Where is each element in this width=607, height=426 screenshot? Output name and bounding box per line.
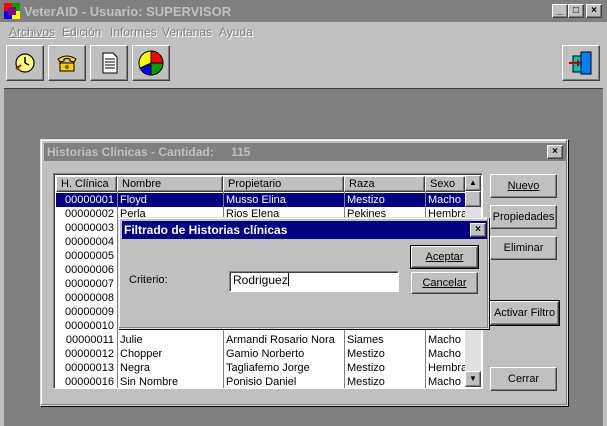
menu-ayuda-label: Ayuda — [219, 25, 253, 39]
cerrar-label: Cerrar — [507, 373, 540, 385]
col-header-raza[interactable]: Raza — [344, 176, 425, 192]
cell-sexo[interactable]: Macho — [425, 347, 466, 361]
app-title-bar: VeterAID - Usuario: SUPERVISOR _ □ × — [0, 0, 607, 22]
cell-hclinica[interactable]: 00000001 — [56, 193, 117, 207]
menu-edicion[interactable]: Edición — [62, 25, 101, 39]
telephone-icon — [57, 55, 77, 72]
nuevo-label: Nuevo — [507, 180, 540, 192]
menu-ayuda[interactable]: Ayuda — [219, 25, 253, 39]
cancelar-button[interactable]: Cancelar — [411, 272, 478, 294]
menu-archivos[interactable]: Archivos — [9, 25, 55, 39]
historias-title: Historias Clínicas - Cantidad: — [47, 145, 214, 159]
cell-hclinica[interactable]: 00000009 — [56, 305, 117, 319]
historias-title-bar: Historias Clínicas - Cantidad: 115 × — [44, 143, 566, 161]
cell-raza[interactable]: Mestizo — [344, 361, 425, 375]
cell-raza[interactable]: Mestizo — [344, 193, 425, 207]
cell-hclinica[interactable]: 00000004 — [56, 235, 117, 249]
historias-close-button[interactable]: × — [547, 145, 563, 159]
document-icon — [102, 52, 118, 74]
aceptar-label: Aceptar — [425, 251, 464, 263]
criterio-label: Criterio: — [129, 274, 168, 286]
cell-hclinica[interactable]: 00000006 — [56, 263, 117, 277]
cell-nombre[interactable]: Chopper — [117, 347, 223, 361]
app-title: VeterAID - Usuario: SUPERVISOR — [24, 4, 232, 19]
activar-filtro-label: Activar Filtro — [493, 307, 556, 319]
aceptar-button[interactable]: Aceptar — [410, 245, 479, 269]
cell-propietario[interactable]: Gamio Norberto — [223, 347, 344, 361]
pie-chart-icon — [138, 50, 164, 76]
cell-raza[interactable]: Siames — [344, 333, 425, 347]
minimize-button[interactable]: _ — [552, 4, 568, 18]
menu-archivos-label: Archivos — [9, 25, 56, 39]
toolbar-phone-button[interactable] — [48, 45, 86, 81]
criterio-input[interactable]: Rodriguez — [229, 271, 399, 292]
cancelar-label: Cancelar — [422, 277, 467, 289]
cell-nombre[interactable]: Sin Nombre — [117, 375, 223, 388]
cell-hclinica[interactable]: 00000005 — [56, 249, 117, 263]
menu-bar: Archivos Edición Informes Ventanas Ayuda — [0, 22, 607, 42]
cell-raza[interactable]: Mestizo — [344, 347, 425, 361]
cell-hclinica[interactable]: 00000013 — [56, 361, 117, 375]
cell-hclinica[interactable]: 00000007 — [56, 277, 117, 291]
menu-edicion-label: Edición — [62, 25, 102, 39]
col-header-propietario[interactable]: Propietario — [223, 176, 344, 192]
menu-informes[interactable]: Informes — [110, 25, 157, 39]
cell-hclinica[interactable]: 00000016 — [56, 375, 117, 388]
toolbar-exit-button[interactable] — [562, 45, 600, 81]
cell-hclinica[interactable]: 00000012 — [56, 347, 117, 361]
scroll-down-button[interactable]: ▼ — [465, 371, 481, 387]
col-header-sexo[interactable]: Sexo — [425, 176, 465, 192]
menu-ventanas[interactable]: Ventanas — [162, 25, 212, 39]
filtrado-title-bar: Filtrado de Historias clínicas × — [122, 221, 487, 239]
col-header-nombre[interactable]: Nombre — [117, 176, 223, 192]
cell-sexo[interactable]: Macho — [425, 193, 466, 207]
cell-hclinica[interactable]: 00000008 — [56, 291, 117, 305]
cell-nombre[interactable]: Julie — [117, 333, 223, 347]
maximize-button[interactable]: □ — [568, 4, 584, 18]
toolbar — [0, 42, 607, 86]
text-caret — [287, 273, 289, 286]
cell-sexo[interactable]: Macho — [425, 333, 466, 347]
cell-sexo[interactable]: Hembra — [425, 361, 466, 375]
historias-count: 115 — [231, 145, 251, 159]
cell-propietario[interactable]: Ponisio Daniel — [223, 375, 344, 388]
filtrado-title: Filtrado de Historias clínicas — [124, 223, 288, 237]
cell-raza[interactable]: Mestizo — [344, 375, 425, 388]
scroll-thumb[interactable] — [465, 191, 481, 207]
cell-hclinica[interactable]: 00000003 — [56, 221, 117, 235]
scroll-up-button[interactable]: ▲ — [465, 175, 481, 191]
toolbar-clock-button[interactable] — [6, 45, 44, 81]
eliminar-label: Eliminar — [503, 242, 544, 254]
clock-icon — [15, 53, 35, 73]
cell-propietario[interactable]: Tagliafemo Jorge — [223, 361, 344, 375]
toolbar-document-button[interactable] — [90, 45, 128, 81]
cell-hclinica[interactable]: 00000010 — [56, 319, 117, 333]
menu-ventanas-label: Ventanas — [162, 25, 213, 39]
close-button[interactable]: × — [586, 4, 602, 18]
propiedades-button[interactable]: Propiedades — [490, 205, 557, 229]
cerrar-button[interactable]: Cerrar — [490, 367, 557, 391]
toolbar-chart-button[interactable] — [132, 45, 170, 81]
nuevo-button[interactable]: Nuevo — [490, 174, 557, 198]
cell-nombre[interactable]: Floyd — [117, 193, 223, 207]
cell-hclinica[interactable]: 00000011 — [56, 333, 117, 347]
col-header-hclinica[interactable]: H. Clínica — [56, 176, 117, 192]
filtrado-close-button[interactable]: × — [470, 223, 486, 237]
cell-propietario[interactable]: Armandi Rosario Nora — [223, 333, 344, 347]
cell-propietario[interactable]: Musso Elina — [223, 193, 344, 207]
criterio-value: Rodriguez — [233, 273, 288, 287]
activar-filtro-button[interactable]: Activar Filtro — [489, 300, 560, 326]
filtrado-dialog: Filtrado de Historias clínicas × Criteri… — [118, 217, 489, 329]
menu-informes-label: Informes — [110, 25, 157, 39]
cell-hclinica[interactable]: 00000002 — [56, 207, 117, 221]
eliminar-button[interactable]: Eliminar — [490, 236, 557, 260]
exit-door-icon — [569, 51, 592, 75]
app-logo-icon — [4, 3, 20, 19]
cell-sexo[interactable]: Macho — [425, 375, 466, 388]
propiedades-label: Propiedades — [492, 211, 555, 223]
cell-nombre[interactable]: Negra — [117, 361, 223, 375]
